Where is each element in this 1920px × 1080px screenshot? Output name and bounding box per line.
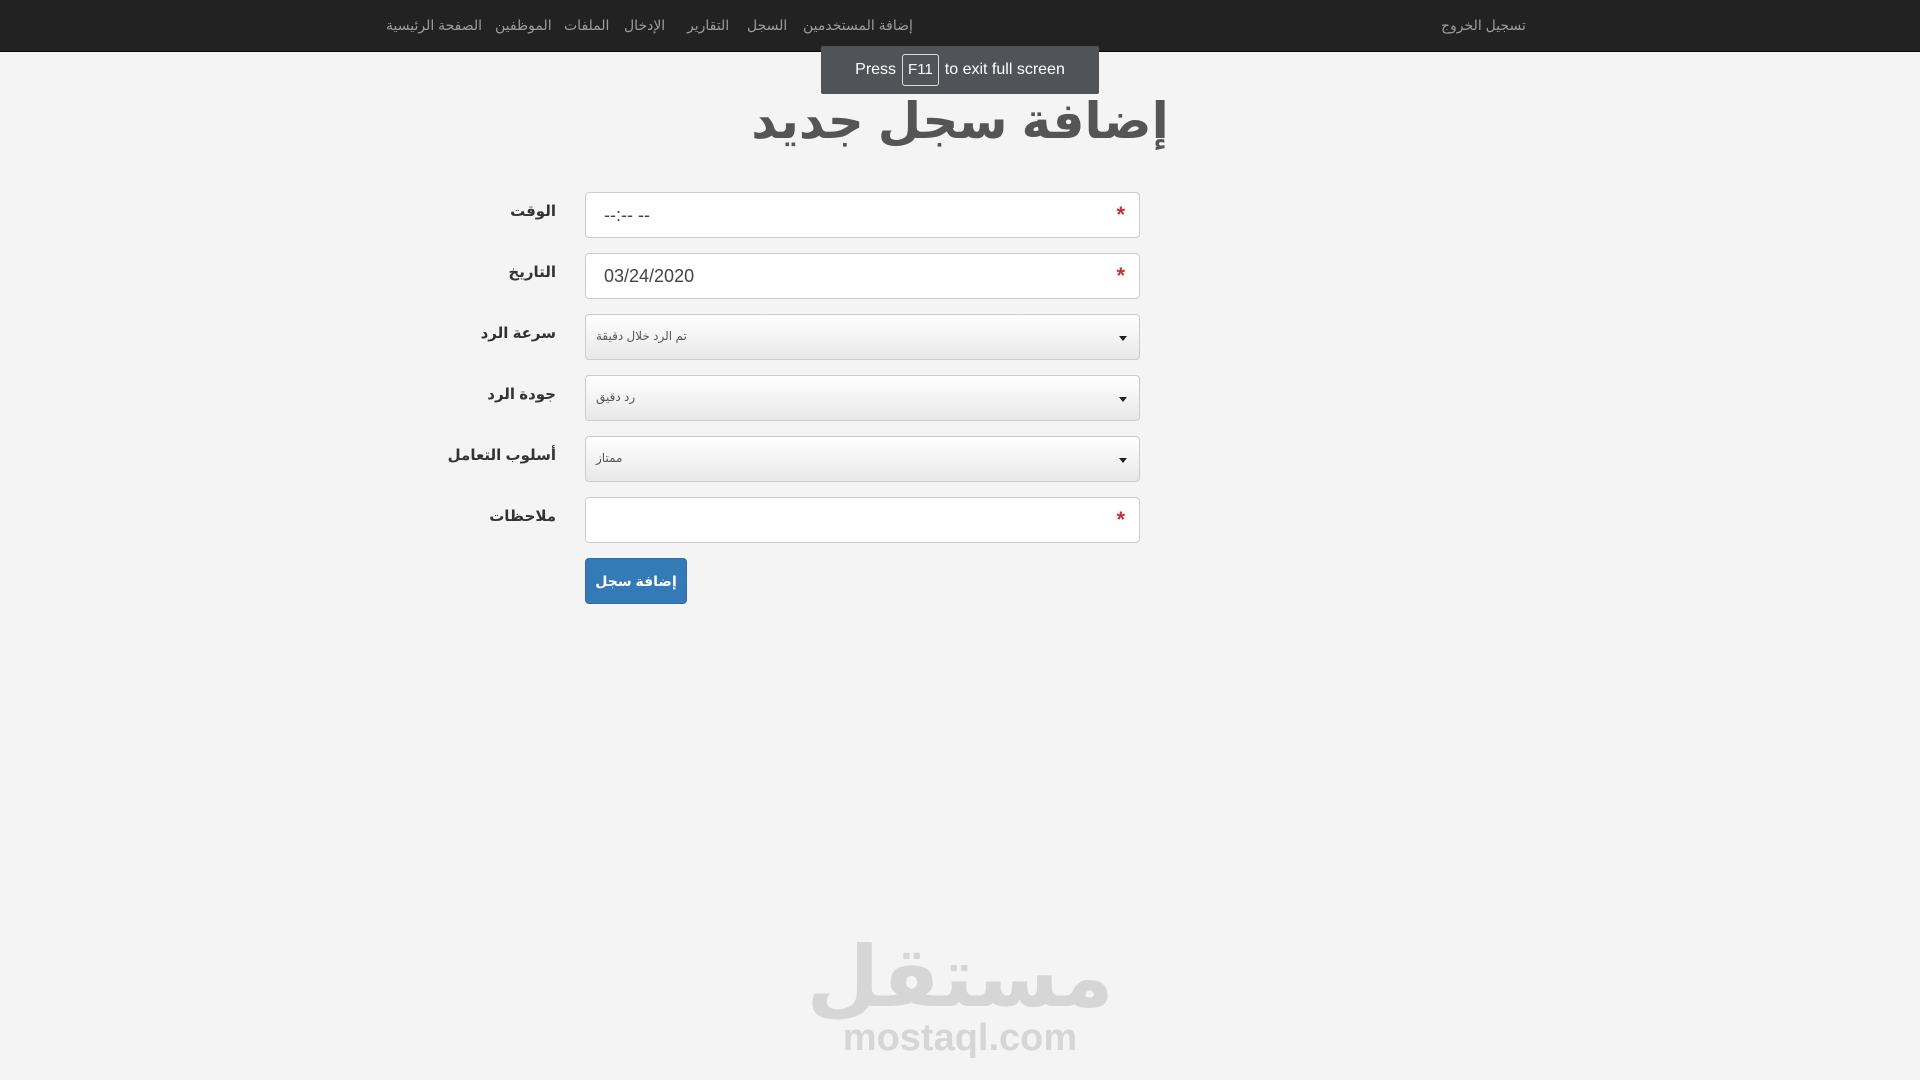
watermark-logo-arabic: مستقل xyxy=(806,930,1114,1024)
caret-down-icon xyxy=(1119,458,1127,463)
nav-input-link[interactable]: الإدخال xyxy=(624,0,665,50)
nav-add-users-link[interactable]: إضافة المستخدمين xyxy=(803,0,913,50)
required-asterisk: * xyxy=(1116,202,1125,227)
nav-logout-link[interactable]: تسجيل الخروج xyxy=(1441,0,1526,50)
fullscreen-notice-suffix: to exit full screen xyxy=(944,61,1065,78)
handling-style-label: أسلوب التعامل xyxy=(447,447,556,464)
watermark-logo-latin: mostaql.com xyxy=(842,1017,1078,1059)
notes-label: ملاحظات xyxy=(489,508,556,525)
required-asterisk: * xyxy=(1116,263,1125,288)
fullscreen-key-badge: F11 xyxy=(902,54,939,86)
response-speed-row: سرعة الرد تم الرد خلال دقيقة xyxy=(0,314,1920,360)
time-label: الوقت xyxy=(510,203,556,220)
fullscreen-notice-prefix: Press xyxy=(855,61,897,78)
fullscreen-notice: Press F11 to exit full screen xyxy=(821,46,1099,94)
response-quality-selected: رد دقيق xyxy=(596,390,636,404)
notes-input[interactable]: * xyxy=(585,497,1140,543)
add-record-button[interactable]: إضافة سجل xyxy=(585,558,687,604)
response-quality-label: جودة الرد xyxy=(487,386,556,403)
time-value: --:-- -- xyxy=(604,205,650,225)
response-speed-select[interactable]: تم الرد خلال دقيقة xyxy=(585,314,1140,360)
notes-row: ملاحظات * xyxy=(0,497,1920,543)
caret-down-icon xyxy=(1119,336,1127,341)
nav-files-link[interactable]: الملفات xyxy=(564,0,609,50)
response-speed-selected: تم الرد خلال دقيقة xyxy=(596,329,687,343)
date-row: التاريخ 03/24/2020 * xyxy=(0,253,1920,299)
date-input[interactable]: 03/24/2020 * xyxy=(585,253,1140,299)
date-label: التاريخ xyxy=(508,264,556,281)
top-navbar: تسجيل الخروج إضافة المستخدمين السجل التق… xyxy=(0,0,1920,52)
response-quality-row: جودة الرد رد دقيق xyxy=(0,375,1920,421)
nav-log-link[interactable]: السجل xyxy=(747,0,787,50)
date-value: 03/24/2020 xyxy=(604,266,695,286)
nav-reports-link[interactable]: التقارير xyxy=(687,0,729,50)
response-speed-label: سرعة الرد xyxy=(480,325,556,342)
time-row: الوقت --:-- -- * xyxy=(0,192,1920,238)
page-title: إضافة سجل جديد xyxy=(751,93,1169,149)
response-quality-select[interactable]: رد دقيق xyxy=(585,375,1140,421)
nav-home-link[interactable]: الصفحة الرئيسية xyxy=(386,0,482,50)
nav-employees-link[interactable]: الموظفين xyxy=(495,0,552,50)
required-asterisk: * xyxy=(1116,507,1125,532)
handling-style-row: أسلوب التعامل ممتاز xyxy=(0,436,1920,482)
handling-style-selected: ممتاز xyxy=(596,451,623,465)
handling-style-select[interactable]: ممتاز xyxy=(585,436,1140,482)
caret-down-icon xyxy=(1119,397,1127,402)
time-input[interactable]: --:-- -- * xyxy=(585,192,1140,238)
